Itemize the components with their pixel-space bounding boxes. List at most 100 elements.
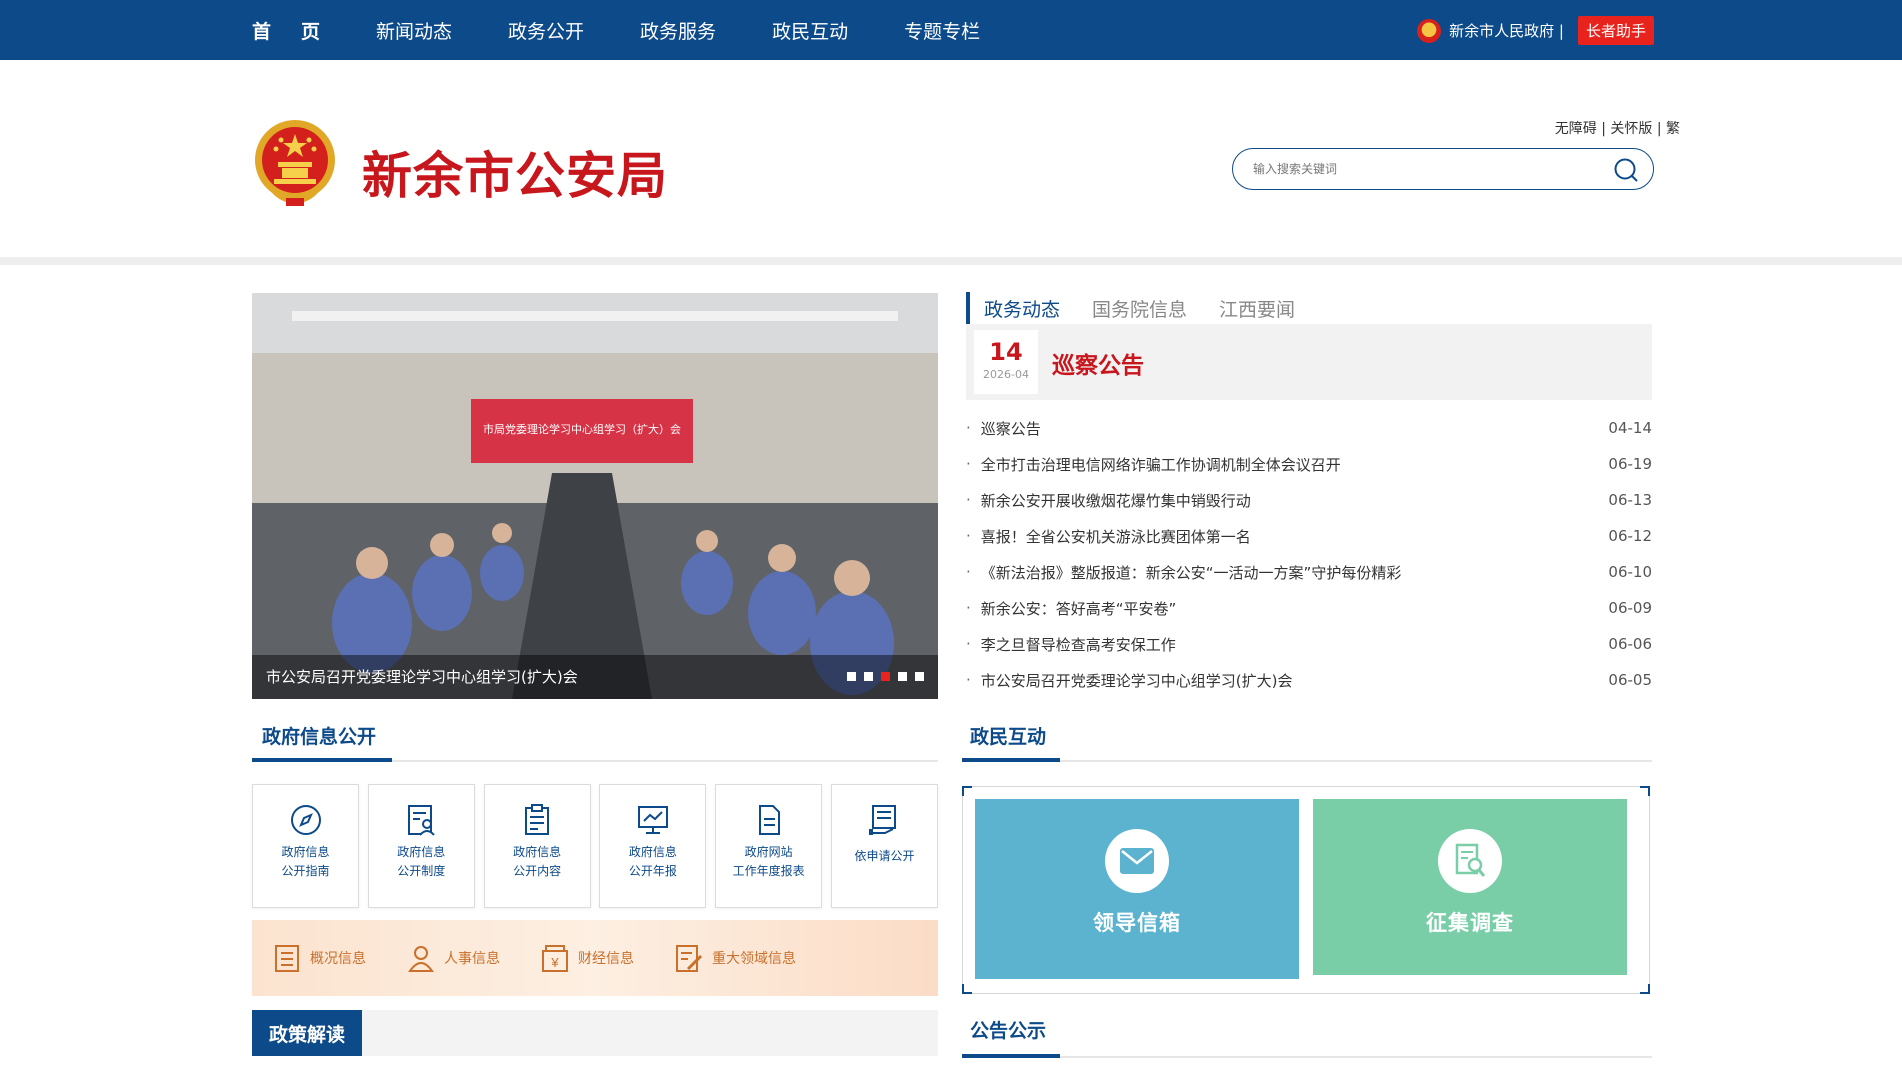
gov-portal-link[interactable]: 新余市人民政府 |: [1449, 20, 1564, 41]
news-list: · 巡察公告 04-14 · 全市打击治理电信网络诈骗工作协调机制全体会议召开 06-1…: [966, 410, 1652, 698]
interaction-panel: 领导信箱 征集调查: [962, 786, 1650, 994]
accessibility-links[interactable]: 无障碍 | 关怀版 | 繁: [1555, 118, 1680, 138]
news-item[interactable]: · 新余公安开展收缴烟花爆竹集中销毁行动 06-13: [966, 482, 1652, 518]
person-icon: [408, 946, 434, 972]
carousel-photo: 市局党委理论学习中心组学习（扩大）会: [252, 293, 938, 699]
news-item[interactable]: · 李之旦督导检查高考安保工作 06-06: [966, 626, 1652, 662]
interaction-divider: [962, 760, 1652, 762]
yuan-icon: ¥: [542, 945, 568, 972]
mail-icon-circle: [1105, 829, 1169, 893]
strip-finance[interactable]: ¥ 财经信息: [540, 943, 634, 973]
bullet: ·: [966, 599, 971, 617]
card-annual-report[interactable]: 政府信息 公开年报: [599, 784, 707, 908]
card-label: 政府信息 公开制度: [397, 845, 446, 878]
carousel-dot[interactable]: [898, 672, 907, 681]
news-item[interactable]: · 市公安局召开党委理论学习中心组学习(扩大)会 06-05: [966, 662, 1652, 698]
card-apply-disclosure[interactable]: 依申请公开: [830, 784, 938, 908]
svg-text:¥: ¥: [550, 955, 559, 970]
tab-jiangxi-news[interactable]: 江西要闻: [1219, 295, 1295, 322]
bullet: ·: [966, 419, 971, 437]
list-doc-icon: [275, 945, 299, 972]
news-item[interactable]: · 《新法治报》整版报道：新余公安“一活动一方案”守护每份精彩 06-10: [966, 554, 1652, 590]
news-carousel[interactable]: 市局党委理论学习中心组学习（扩大）会 市公安局召开党委理论学习中心组学习(扩大)…: [252, 293, 938, 699]
news-title[interactable]: 巡察公告: [981, 418, 1599, 439]
strip-personnel[interactable]: 人事信息: [406, 943, 500, 973]
news-item[interactable]: · 喜报！全省公安机关游泳比赛团体第一名 06-12: [966, 518, 1652, 554]
carousel-caption[interactable]: 市公安局召开党委理论学习中心组学习(扩大)会: [266, 666, 578, 687]
card-label: 政府网站 工作年度报表: [732, 845, 805, 878]
gov-info-cards: 政府信息 公开指南 政府信息 公开制度 政府信息 公开内容 政府信息 公开年报 政府网站…: [252, 784, 938, 908]
news-date: 06-06: [1608, 635, 1652, 653]
bullet: ·: [966, 635, 971, 653]
leader-mailbox-tile[interactable]: 领导信箱: [975, 799, 1299, 979]
news-title[interactable]: 《新法治报》整版报道：新余公安“一活动一方案”守护每份精彩: [981, 562, 1599, 583]
notice-divider: [962, 1056, 1652, 1058]
news-date: 04-14: [1608, 419, 1652, 437]
frame-corner: [1640, 786, 1650, 796]
search-icon[interactable]: [1613, 157, 1639, 183]
edit-doc-icon: [676, 945, 703, 972]
news-item[interactable]: · 全市打击治理电信网络诈骗工作协调机制全体会议召开 06-19: [966, 446, 1652, 482]
nav-interaction[interactable]: 政民互动: [772, 17, 848, 44]
carousel-dot-active[interactable]: [881, 672, 890, 681]
news-date: 06-10: [1608, 563, 1652, 581]
card-disclosure-content[interactable]: 政府信息 公开内容: [483, 784, 591, 908]
featured-date: 14 2026-04: [974, 330, 1038, 394]
strip-label: 概况信息: [310, 951, 366, 967]
news-title[interactable]: 新余公安开展收缴烟花爆竹集中销毁行动: [981, 490, 1599, 511]
gov-info-divider-accent: [252, 758, 392, 762]
mail-icon: [1120, 848, 1154, 874]
tab-state-council[interactable]: 国务院信息: [1092, 295, 1187, 322]
info-category-strip: 概况信息 人事信息 ¥ 财经信息 重大领域信息: [252, 920, 938, 996]
document-user-icon: [408, 805, 436, 836]
featured-title[interactable]: 巡察公告: [1052, 346, 1144, 380]
survey-icon-circle: [1438, 829, 1502, 893]
search-box: [1232, 148, 1654, 190]
carousel-dot[interactable]: [864, 672, 873, 681]
nav-gov-services[interactable]: 政务服务: [640, 17, 716, 44]
card-label: 政府信息 公开指南: [281, 845, 330, 878]
bullet: ·: [966, 491, 971, 509]
featured-news[interactable]: 14 2026-04 巡察公告: [966, 324, 1652, 400]
card-label: 依申请公开: [854, 849, 915, 863]
news-title[interactable]: 李之旦督导检查高考安保工作: [981, 634, 1599, 655]
emblem-mini-icon: [1417, 18, 1442, 43]
survey-label: 征集调查: [1426, 911, 1514, 935]
news-title[interactable]: 喜报！全省公安机关游泳比赛团体第一名: [981, 526, 1599, 547]
news-item[interactable]: · 巡察公告 04-14: [966, 410, 1652, 446]
search-input[interactable]: [1253, 159, 1593, 179]
card-disclosure-guide[interactable]: 政府信息 公开指南: [252, 784, 359, 908]
carousel-dot[interactable]: [915, 672, 924, 681]
clipboard-icon: [525, 804, 550, 835]
news-title[interactable]: 全市打击治理电信网络诈骗工作协调机制全体会议召开: [981, 454, 1599, 475]
tab-gov-news[interactable]: 政务动态: [984, 295, 1060, 322]
nav-topics[interactable]: 专题专栏: [904, 17, 980, 44]
monitor-chart-icon: [637, 806, 668, 834]
strip-label: 人事信息: [444, 951, 500, 967]
news-title[interactable]: 新余公安：答好高考“平安卷”: [981, 598, 1599, 619]
policy-tab[interactable]: 政策解读: [252, 1010, 362, 1056]
card-label: 政府信息 公开内容: [513, 845, 562, 878]
news-date: 06-05: [1608, 671, 1652, 689]
news-item[interactable]: · 新余公安：答好高考“平安卷” 06-09: [966, 590, 1652, 626]
survey-search-icon: [1455, 843, 1486, 877]
card-disclosure-system[interactable]: 政府信息 公开制度: [367, 784, 475, 908]
nav-news[interactable]: 新闻动态: [376, 17, 452, 44]
bullet: ·: [966, 455, 971, 473]
news-date: 06-13: [1608, 491, 1652, 509]
strip-major-fields[interactable]: 重大领域信息: [674, 943, 796, 973]
carousel-dot[interactable]: [847, 672, 856, 681]
card-label: 政府信息 公开年报: [628, 845, 677, 878]
elderly-assistant-button[interactable]: 长者助手: [1577, 16, 1654, 45]
nav-gov-affairs[interactable]: 政务公开: [508, 17, 584, 44]
survey-tile[interactable]: 征集调查: [1313, 799, 1627, 975]
card-website-report[interactable]: 政府网站 工作年度报表: [715, 784, 823, 908]
news-title[interactable]: 市公安局召开党委理论学习中心组学习(扩大)会: [981, 670, 1599, 691]
bullet: ·: [966, 563, 971, 581]
news-tabs: 政务动态 国务院信息 江西要闻: [966, 292, 1327, 324]
strip-overview[interactable]: 概况信息: [272, 943, 366, 973]
file-icon: [758, 805, 780, 835]
bullet: ·: [966, 671, 971, 689]
nav-home[interactable]: 首页: [252, 17, 350, 44]
top-right-links: 新余市人民政府 | 长者助手: [1417, 16, 1654, 45]
